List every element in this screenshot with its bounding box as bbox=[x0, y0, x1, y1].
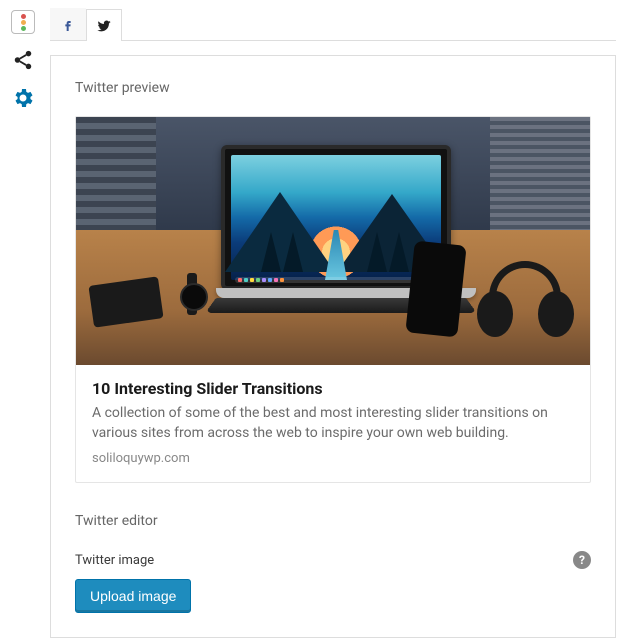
twitter-preview-card: 10 Interesting Slider Transitions A coll… bbox=[75, 116, 591, 483]
twitter-image-field-row: Twitter image ? bbox=[75, 551, 591, 569]
upload-image-button[interactable]: Upload image bbox=[75, 579, 191, 613]
twitter-panel: Twitter preview bbox=[50, 55, 616, 638]
twitter-image-label: Twitter image bbox=[75, 553, 154, 568]
preview-card-body: 10 Interesting Slider Transitions A coll… bbox=[76, 365, 590, 482]
left-rail bbox=[8, 10, 38, 110]
preview-section-label: Twitter preview bbox=[75, 80, 591, 96]
preview-title: 10 Interesting Slider Transitions bbox=[92, 379, 574, 398]
tab-twitter[interactable] bbox=[86, 9, 122, 41]
editor-section-label: Twitter editor bbox=[75, 513, 591, 529]
preview-image bbox=[76, 117, 590, 365]
tab-facebook[interactable] bbox=[50, 8, 86, 40]
facebook-icon bbox=[60, 17, 76, 33]
help-icon[interactable]: ? bbox=[573, 551, 591, 569]
traffic-light-icon[interactable] bbox=[11, 10, 35, 34]
twitter-icon bbox=[96, 18, 112, 34]
social-tabs bbox=[50, 8, 616, 41]
gear-icon[interactable] bbox=[11, 86, 35, 110]
preview-domain: soliloquywp.com bbox=[92, 451, 574, 466]
main-panel: Twitter preview bbox=[50, 8, 616, 638]
share-icon[interactable] bbox=[11, 48, 35, 72]
preview-description: A collection of some of the best and mos… bbox=[92, 404, 574, 443]
